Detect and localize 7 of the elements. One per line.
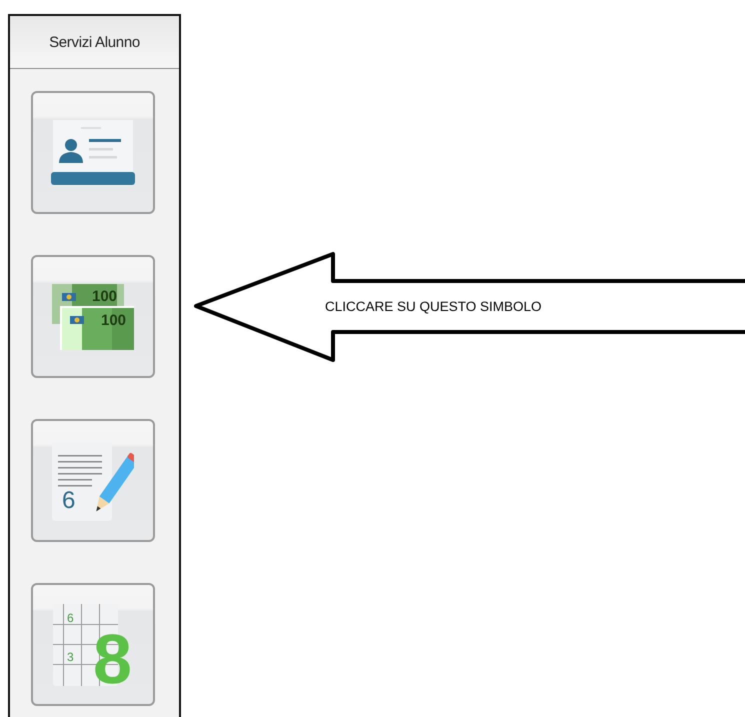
- panel-title: Servizi Alunno: [49, 34, 140, 50]
- gradebook-button[interactable]: 6 3 8: [30, 583, 154, 706]
- grades-button[interactable]: 6: [30, 419, 154, 542]
- callout-text: CLICCARE SU QUESTO SIMBOLO: [325, 299, 542, 314]
- money-button[interactable]: 100 100: [30, 255, 154, 378]
- id-card-button[interactable]: [30, 91, 154, 214]
- id-card-icon: [50, 120, 134, 186]
